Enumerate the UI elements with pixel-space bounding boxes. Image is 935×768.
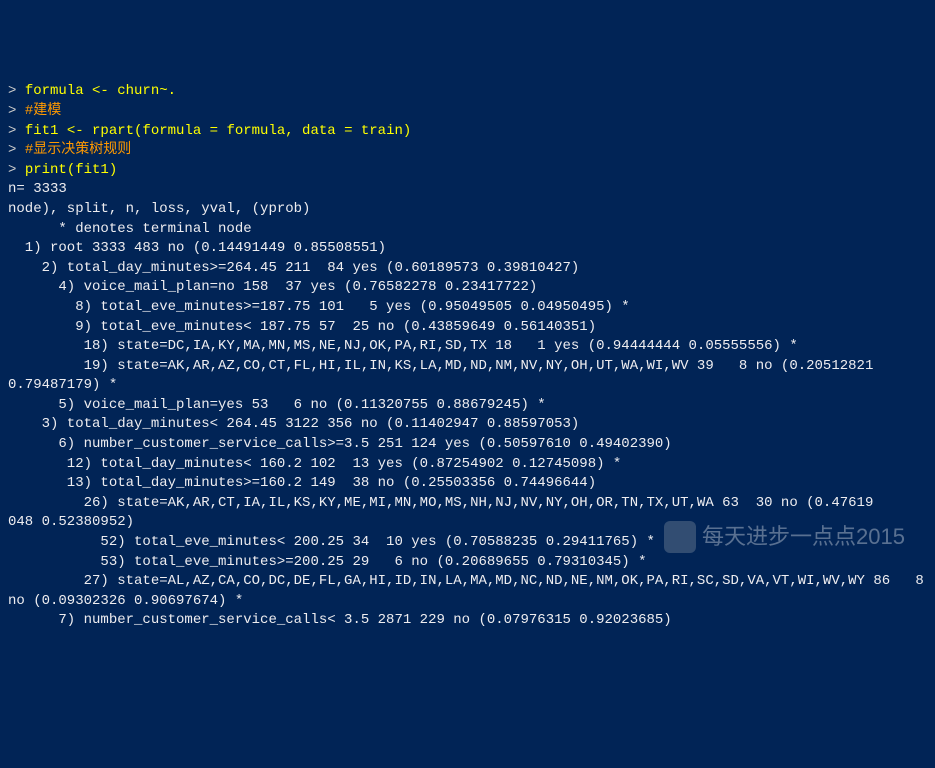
console-output-line: n= 3333: [8, 180, 927, 200]
console-output-line: 53) total_eve_minutes>=200.25 29 6 no (0…: [8, 553, 927, 573]
console-output-line: 8) total_eve_minutes>=187.75 101 5 yes (…: [8, 298, 927, 318]
console-command-line: > formula <- churn~.: [8, 82, 927, 102]
terminal-output: > formula <- churn~.> #建模> fit1 <- rpart…: [8, 82, 927, 631]
console-output-line: 26) state=AK,AR,CT,IA,IL,KS,KY,ME,MI,MN,…: [8, 494, 927, 514]
console-output-line: 12) total_day_minutes< 160.2 102 13 yes …: [8, 455, 927, 475]
prompt-char: >: [8, 83, 25, 99]
command-text: fit1 <- rpart(formula = formula, data = …: [25, 123, 411, 139]
console-output-line: 18) state=DC,IA,KY,MA,MN,MS,NE,NJ,OK,PA,…: [8, 337, 927, 357]
prompt-char: >: [8, 123, 25, 139]
console-command-line: > #建模: [8, 102, 927, 122]
command-text: formula <- churn~.: [25, 83, 176, 99]
console-output-line: 13) total_day_minutes>=160.2 149 38 no (…: [8, 474, 927, 494]
prompt-char: >: [8, 162, 25, 178]
console-output-line: 3) total_day_minutes< 264.45 3122 356 no…: [8, 415, 927, 435]
console-output-line: 52) total_eve_minutes< 200.25 34 10 yes …: [8, 533, 927, 553]
console-output-line: 4) voice_mail_plan=no 158 37 yes (0.7658…: [8, 278, 927, 298]
console-output-line: 7) number_customer_service_calls< 3.5 28…: [8, 611, 927, 631]
console-output-line: node), split, n, loss, yval, (yprob): [8, 200, 927, 220]
console-command-line: > fit1 <- rpart(formula = formula, data …: [8, 122, 927, 142]
console-output-line: * denotes terminal node: [8, 220, 927, 240]
console-output-line: 048 0.52380952): [8, 513, 927, 533]
console-output-line: 5) voice_mail_plan=yes 53 6 no (0.113207…: [8, 396, 927, 416]
console-command-line: > #显示决策树规则: [8, 141, 927, 161]
console-output-line: no (0.09302326 0.90697674) *: [8, 592, 927, 612]
console-output-line: 1) root 3333 483 no (0.14491449 0.855085…: [8, 239, 927, 259]
prompt-char: >: [8, 142, 25, 158]
console-output-line: 9) total_eve_minutes< 187.75 57 25 no (0…: [8, 318, 927, 338]
console-output-line: 6) number_customer_service_calls>=3.5 25…: [8, 435, 927, 455]
command-text: #建模: [25, 103, 61, 119]
console-output-line: 27) state=AL,AZ,CA,CO,DC,DE,FL,GA,HI,ID,…: [8, 572, 927, 592]
console-output-line: 2) total_day_minutes>=264.45 211 84 yes …: [8, 259, 927, 279]
console-command-line: > print(fit1): [8, 161, 927, 181]
command-text: print(fit1): [25, 162, 117, 178]
command-text: #显示决策树规则: [25, 142, 131, 158]
prompt-char: >: [8, 103, 25, 119]
console-output-line: 0.79487179) *: [8, 376, 927, 396]
console-output-line: 19) state=AK,AR,AZ,CO,CT,FL,HI,IL,IN,KS,…: [8, 357, 927, 377]
